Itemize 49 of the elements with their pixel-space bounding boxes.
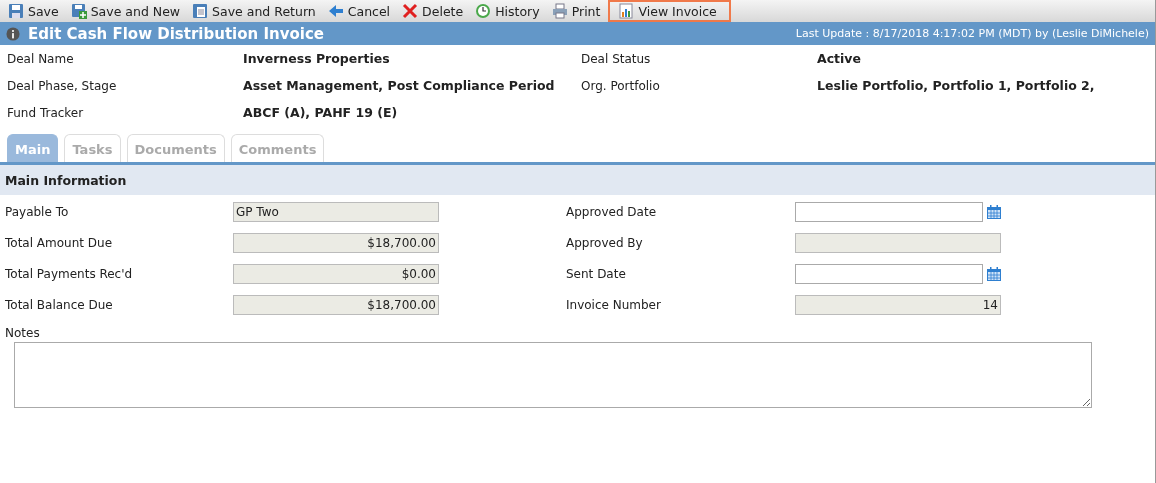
toolbar-button[interactable]: Save and New bbox=[66, 0, 189, 22]
floppy-document-icon bbox=[192, 3, 209, 19]
toolbar-button[interactable]: View Invoice bbox=[608, 0, 731, 22]
date-field[interactable] bbox=[795, 201, 983, 222]
field-label: Notes bbox=[5, 326, 41, 340]
input-field[interactable]: GP Two bbox=[233, 201, 439, 222]
left-arrow-icon bbox=[327, 3, 344, 19]
info-label: Fund Tracker bbox=[7, 105, 85, 122]
calendar-icon[interactable] bbox=[986, 203, 1002, 220]
delete-icon bbox=[402, 3, 419, 19]
input-field[interactable]: $18,700.00 bbox=[233, 294, 439, 315]
info-icon bbox=[6, 26, 20, 41]
toolbar-button[interactable]: Save and Return bbox=[188, 0, 324, 22]
info-label: Deal Name bbox=[7, 51, 75, 68]
notes-field[interactable] bbox=[14, 342, 1092, 408]
info-value: ABCF (A), PAHF 19 (E) bbox=[243, 104, 399, 122]
input-field[interactable] bbox=[795, 232, 1001, 253]
info-value: Leslie Portfolio, Portfolio 1, Portfolio 2, bbox=[817, 77, 1096, 95]
info-value: Asset Management, Post Compliance Period bbox=[243, 77, 556, 95]
field-label: Approved Date bbox=[566, 204, 658, 219]
floppy-plus-icon bbox=[70, 3, 87, 19]
page-title: Edit Cash Flow Distribution Invoice bbox=[28, 24, 324, 43]
calendar-icon[interactable] bbox=[986, 265, 1002, 282]
info-label: Deal Status bbox=[581, 51, 652, 68]
toolbar-button[interactable]: History bbox=[471, 0, 548, 22]
input-field[interactable]: 14 bbox=[795, 294, 1001, 315]
toolbar-button[interactable]: Delete bbox=[398, 0, 472, 22]
last-update: Last Update : 8/17/2018 4:17:02 PM (MDT) by (Leslie DiMichele) bbox=[795, 27, 1149, 40]
input-field[interactable]: $0.00 bbox=[233, 263, 439, 284]
field-label: Sent Date bbox=[566, 266, 627, 281]
printer-icon bbox=[551, 3, 568, 19]
info-label: Org. Portfolio bbox=[581, 78, 661, 95]
info-value: Active bbox=[817, 50, 862, 68]
field-label: Payable To bbox=[5, 204, 70, 219]
field-label: Total Amount Due bbox=[5, 235, 114, 250]
info-value: Inverness Properties bbox=[243, 50, 391, 68]
input-field[interactable]: $18,700.00 bbox=[233, 232, 439, 253]
toolbar-button[interactable]: Cancel bbox=[323, 0, 399, 22]
field-label: Total Payments Rec'd bbox=[5, 266, 134, 281]
toolbar-button[interactable]: Save bbox=[4, 0, 67, 22]
date-field[interactable] bbox=[795, 263, 983, 284]
bar-chart-icon bbox=[618, 3, 635, 19]
section-title: Main Information bbox=[5, 172, 127, 188]
info-label: Deal Phase, Stage bbox=[7, 78, 118, 95]
field-label: Total Balance Due bbox=[5, 297, 114, 312]
field-label: Approved By bbox=[566, 235, 644, 250]
field-label: Invoice Number bbox=[566, 297, 662, 312]
clock-icon bbox=[475, 3, 492, 19]
toolbar-button[interactable]: Print bbox=[547, 0, 609, 22]
